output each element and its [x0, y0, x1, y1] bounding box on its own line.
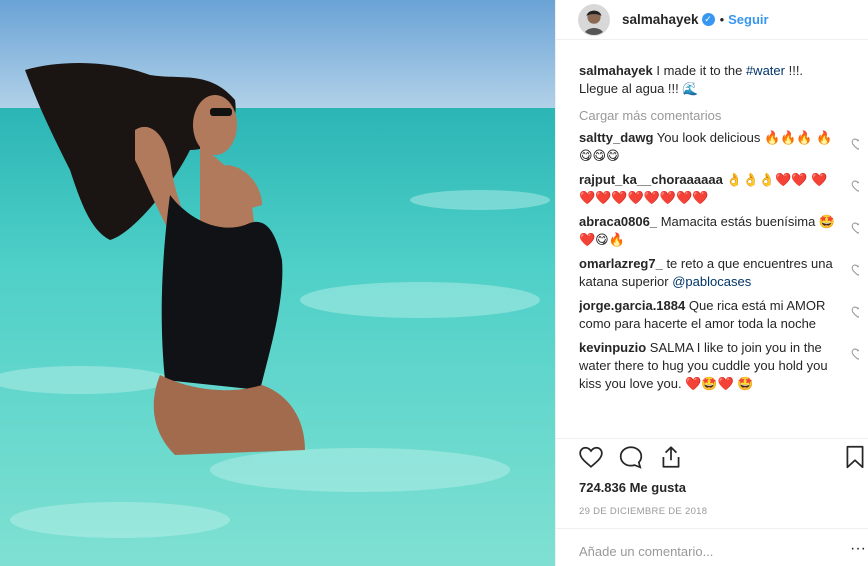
- like-count[interactable]: 724.836 Me gusta: [579, 480, 686, 495]
- comment-username[interactable]: omarlazreg7_: [579, 256, 663, 271]
- post-header: salmahayek ✓ • Seguir: [556, 0, 868, 40]
- heart-outline-icon[interactable]: [851, 179, 859, 193]
- action-bar: [578, 444, 868, 474]
- post-photo[interactable]: [0, 0, 555, 566]
- comment-username[interactable]: kevinpuzio: [579, 340, 646, 355]
- comment-item: kevinpuzio SALMA I like to join you in t…: [579, 339, 859, 393]
- comment-item: rajput_ka__choraaaaaa 👌👌👌❤️❤️ ❤️❤️❤️❤️❤️…: [579, 171, 859, 207]
- caption-username[interactable]: salmahayek: [579, 63, 653, 78]
- post-caption: salmahayek I made it to the #water !!!. …: [579, 62, 859, 98]
- divider: [556, 528, 868, 529]
- separator-dot: •: [719, 12, 725, 27]
- add-comment-input[interactable]: Añade un comentario...: [579, 544, 713, 559]
- comment-username[interactable]: rajput_ka__choraaaaaa: [579, 172, 723, 187]
- comment-username[interactable]: jorge.garcia.1884: [579, 298, 685, 313]
- heart-outline-icon[interactable]: [851, 221, 859, 235]
- caption-hashtag[interactable]: #water: [746, 63, 785, 78]
- divider: [556, 438, 868, 439]
- avatar[interactable]: [578, 3, 610, 36]
- comment-item: jorge.garcia.1884 Que rica está mi AMOR …: [579, 297, 859, 333]
- share-icon[interactable]: [658, 444, 684, 470]
- comment-item: abraca0806_ Mamacita estás buenísima 🤩❤️…: [579, 213, 859, 249]
- header-username[interactable]: salmahayek: [622, 12, 699, 27]
- more-options-button[interactable]: ···: [850, 540, 866, 558]
- load-more-comments-button[interactable]: Cargar más comentarios: [579, 108, 859, 123]
- verified-badge-icon: ✓: [701, 13, 715, 26]
- comment-username[interactable]: abraca0806_: [579, 214, 657, 229]
- heart-outline-icon[interactable]: [851, 347, 859, 361]
- comment-item: omarlazreg7_ te reto a que encuentres un…: [579, 255, 859, 291]
- comment-bubble-icon[interactable]: [618, 444, 644, 470]
- comment-username[interactable]: saltty_dawg: [579, 130, 653, 145]
- caption-text: I made it to the: [652, 63, 746, 78]
- heart-outline-icon[interactable]: [851, 263, 859, 277]
- comment-list: salmahayek I made it to the #water !!!. …: [579, 62, 859, 442]
- post-date[interactable]: 29 DE DICIEMBRE DE 2018: [579, 506, 707, 517]
- follow-button[interactable]: Seguir: [728, 12, 768, 27]
- heart-outline-icon[interactable]: [851, 305, 859, 319]
- heart-outline-icon[interactable]: [851, 137, 859, 151]
- bookmark-icon[interactable]: [842, 444, 868, 470]
- comment-item: saltty_dawg You look delicious 🔥🔥🔥 🔥😋😋😋: [579, 129, 859, 165]
- post-sidebar: salmahayek ✓ • Seguir salmahayek I made …: [555, 0, 868, 566]
- comment-mention[interactable]: @pablocases: [672, 274, 751, 289]
- heart-outline-icon[interactable]: [578, 444, 604, 470]
